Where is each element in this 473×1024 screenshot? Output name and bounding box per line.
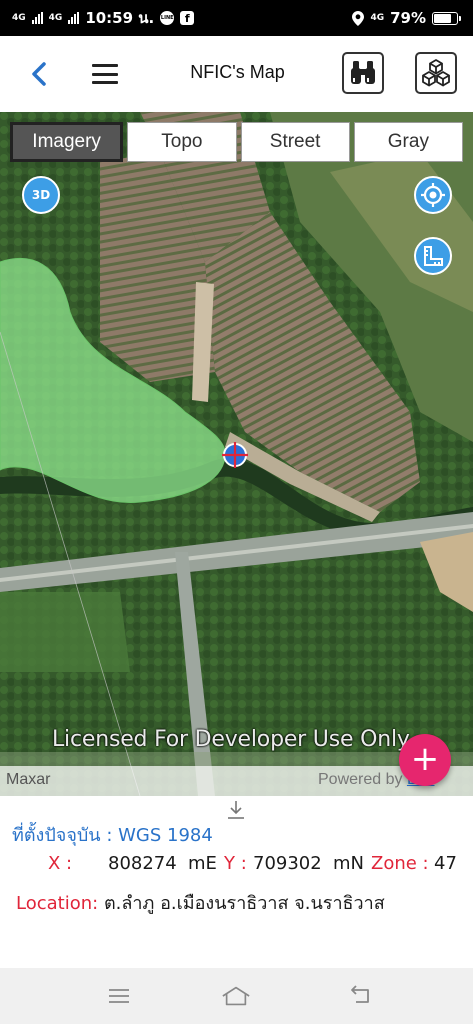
drag-handle-icon[interactable]	[226, 799, 246, 821]
signal-1-label: 4G	[12, 12, 26, 23]
location-marker-icon	[222, 442, 248, 468]
add-button[interactable]: +	[399, 734, 451, 786]
back-nav-button[interactable]	[346, 982, 376, 1010]
attribution-source: Maxar	[6, 771, 51, 788]
status-bar: 4G 4G 10:59 น. LINE f 4G 79%	[0, 0, 473, 36]
recents-button[interactable]	[104, 982, 134, 1010]
x-unit: mE	[188, 853, 217, 874]
hamburger-icon	[92, 64, 118, 67]
locate-button[interactable]	[414, 176, 452, 214]
tab-imagery[interactable]: Imagery	[10, 122, 124, 162]
y-unit: mN	[333, 853, 364, 874]
x-label: X :	[48, 853, 73, 874]
basemap-tabs: Imagery Topo Street Gray	[10, 122, 463, 162]
facebook-icon: f	[180, 11, 195, 25]
battery-icon	[432, 11, 461, 25]
y-label: Y :	[224, 853, 247, 874]
x-value: 808274	[108, 853, 177, 874]
signal-2-icon	[68, 12, 80, 24]
line-icon: LINE	[160, 11, 175, 25]
binoculars-icon	[351, 61, 375, 84]
ruler-icon	[424, 246, 443, 266]
location-value: ต.ลำภู อ.เมืองนราธิวาส จ.นราธิวาส	[103, 893, 385, 914]
page-title: NFIC's Map	[190, 62, 285, 82]
info-panel: ที่ตั้งปัจจุบัน : WGS 1984 X : 808274 mE…	[0, 796, 473, 968]
menu-button[interactable]	[92, 64, 118, 84]
license-watermark: Licensed For Developer Use Only	[52, 727, 410, 752]
binoculars-button[interactable]	[342, 52, 384, 94]
measure-button[interactable]	[414, 237, 452, 275]
app-header: NFIC's Map	[0, 36, 473, 112]
tab-gray[interactable]: Gray	[353, 122, 463, 162]
location-label: Location:	[16, 893, 99, 914]
status-right: 4G 79%	[352, 9, 461, 27]
tab-topo[interactable]: Topo	[127, 122, 237, 162]
signal-1-icon	[31, 12, 43, 24]
crosshair-icon	[421, 183, 445, 207]
system-nav-bar	[0, 968, 473, 1024]
3d-toggle-button[interactable]: 3D	[22, 176, 60, 214]
home-button[interactable]	[221, 982, 251, 1010]
location-row: Location: ต.ลำภู อ.เมืองนราธิวาส จ.นราธิ…	[16, 888, 385, 917]
recents-icon	[109, 989, 129, 1003]
location-pin-icon	[352, 10, 365, 26]
zone-label: Zone :	[371, 853, 429, 874]
tab-street[interactable]: Street	[240, 122, 350, 162]
map-view[interactable]: Imagery Topo Street Gray 3D Licensed For…	[0, 112, 473, 796]
home-icon	[222, 986, 250, 1006]
crs-label: ที่ตั้งปัจจุบัน : WGS 1984	[12, 825, 213, 846]
battery-percent: 79%	[390, 9, 426, 27]
y-value: 709302	[253, 853, 322, 874]
cubes-icon	[422, 59, 450, 87]
coordinate-row: X : 808274 mE Y : 709302 mN Zone : 47	[0, 853, 473, 879]
status-left: 4G 4G 10:59 น. LINE f	[12, 6, 195, 30]
signal-2-label: 4G	[48, 12, 63, 23]
layers-button[interactable]	[415, 52, 457, 94]
chevron-left-icon	[32, 62, 46, 86]
network-label: 4G	[370, 12, 385, 23]
back-icon	[351, 985, 369, 1003]
clock: 10:59 น.	[85, 9, 155, 27]
back-button[interactable]	[26, 60, 54, 88]
zone-value: 47	[434, 853, 457, 874]
